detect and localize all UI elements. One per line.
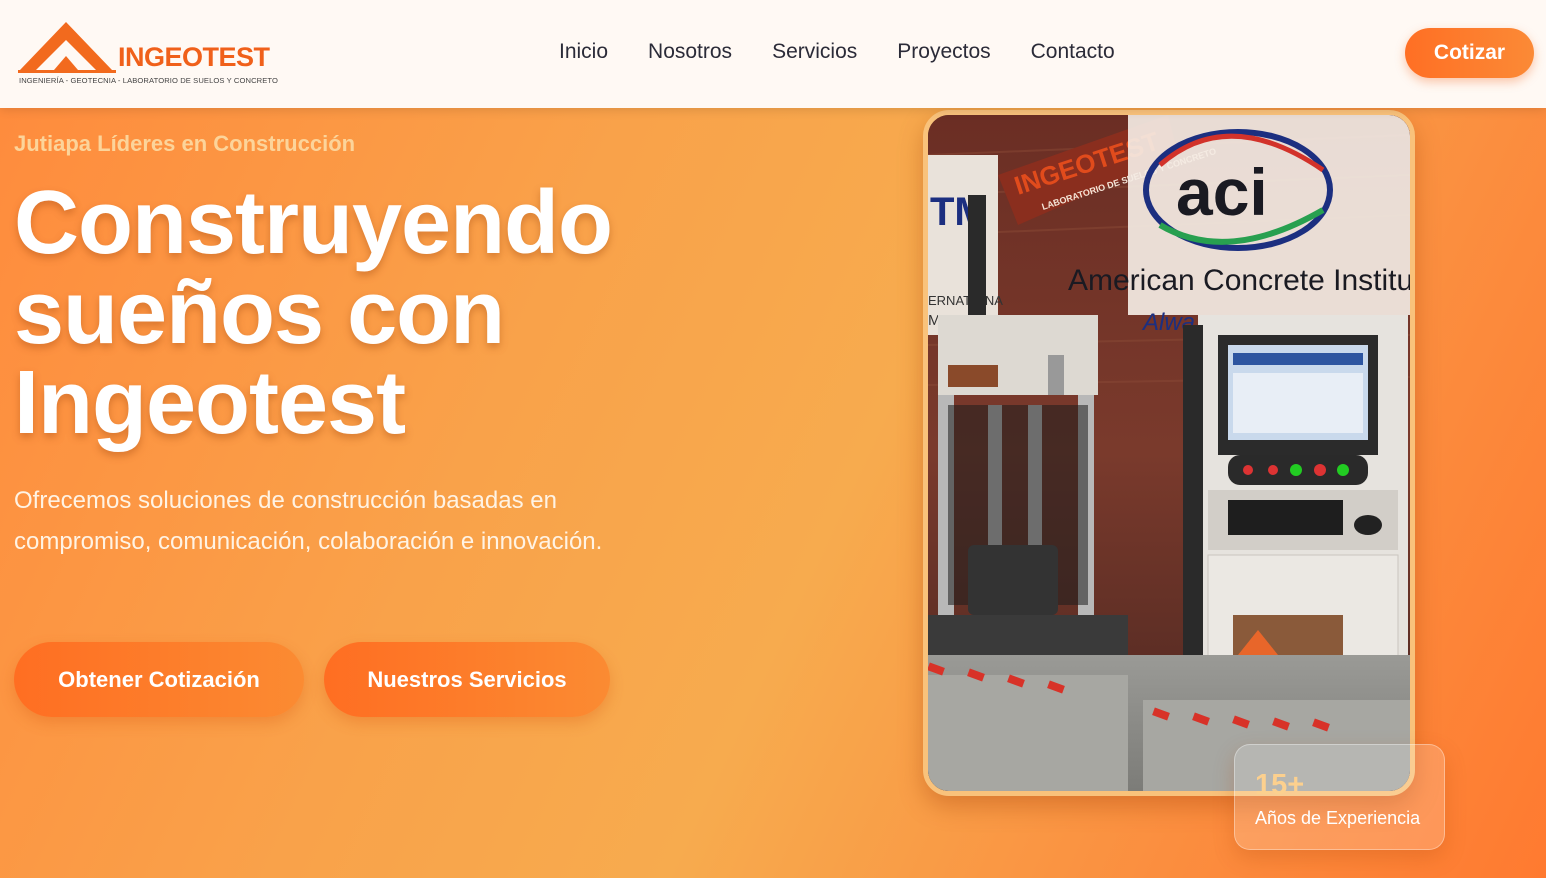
experience-years-label: Años de Experiencia — [1255, 808, 1421, 828]
hero-eyebrow: Jutiapa Líderes en Construcción — [14, 131, 356, 156]
brand-logo[interactable]: INGEOTEST INGENIERÍA - GEOTECNIA - LABOR… — [18, 16, 278, 90]
lab-equipment-photo: INGEOTEST LABORATORIO DE SUELOS Y CONCRE… — [923, 110, 1415, 796]
nav-item-proyectos[interactable]: Proyectos — [897, 40, 990, 64]
brand-tagline: INGENIERÍA - GEOTECNIA - LABORATORIO DE … — [19, 76, 279, 85]
hero-subtitle: Ofrecemos soluciones de construcción bas… — [14, 487, 603, 555]
roof-triangle-icon — [18, 22, 116, 73]
nav-item-inicio[interactable]: Inicio — [559, 40, 608, 64]
nav-item-nosotros[interactable]: Nosotros — [648, 40, 732, 64]
nav-item-contacto[interactable]: Contacto — [1031, 40, 1115, 64]
services-button[interactable]: Nuestros Servicios — [324, 642, 610, 717]
main-nav: Inicio Nosotros Servicios Proyectos Cont… — [559, 40, 1115, 64]
site-header: INGEOTEST INGENIERÍA - GEOTECNIA - LABOR… — [0, 0, 1546, 108]
photo-sign-text: American Concrete Institu — [1068, 264, 1410, 297]
brand-name: INGEOTEST — [118, 42, 270, 72]
experience-stat-card: 15+ Años de Experiencia — [1234, 744, 1445, 850]
hero-headline: Construyendo sueños con Ingeotest — [14, 173, 613, 453]
photo-aci-logo: aci — [1176, 155, 1268, 229]
cotizar-button[interactable]: Cotizar — [1405, 28, 1534, 78]
photo-left-text-1: ERNATIONA — [928, 293, 1003, 308]
nav-item-servicios[interactable]: Servicios — [772, 40, 857, 64]
get-quote-button[interactable]: Obtener Cotización — [14, 642, 304, 717]
experience-years-value: 15+ — [1255, 769, 1305, 801]
